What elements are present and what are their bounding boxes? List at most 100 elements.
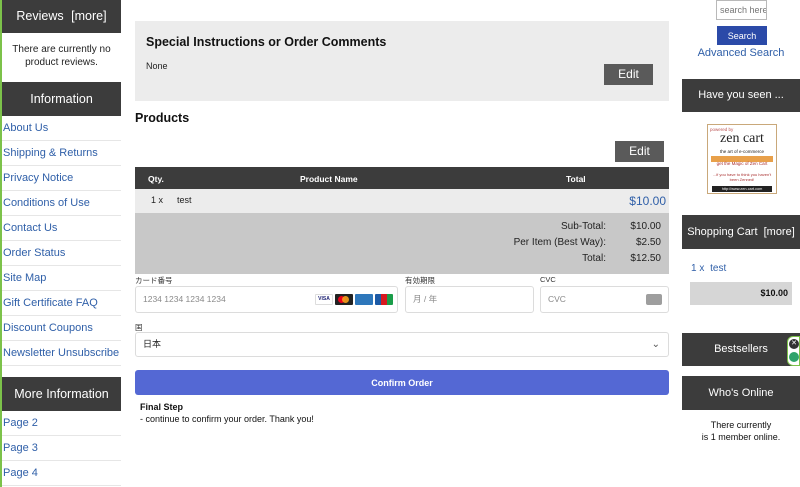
visa-icon: VISA (315, 294, 333, 305)
info-item: Contact Us (2, 216, 121, 241)
final-step-text: - continue to confirm your order. Thank … (140, 414, 314, 424)
order-totals: Sub-Total: $10.00 Per Item (Best Way): $… (135, 213, 669, 274)
shopping-cart-header: Shopping Cart [more] (682, 215, 800, 249)
checkout-main: Special Instructions or Order Comments N… (135, 0, 669, 487)
info-item: Gift Certificate FAQ (2, 291, 121, 316)
expiry-label: 有効期限 (405, 276, 435, 285)
edit-comments-button[interactable]: Edit (604, 64, 653, 85)
more-info-item: Page 2 (2, 411, 121, 436)
cart-total: $10.00 (690, 282, 792, 305)
information-list: About Us Shipping & Returns Privacy Noti… (2, 116, 121, 366)
search-input[interactable] (716, 0, 767, 20)
info-link-order-status[interactable]: Order Status (3, 247, 65, 259)
product-name-header: Product Name (300, 174, 358, 184)
more-link-page-2[interactable]: Page 2 (3, 417, 38, 429)
total-header: Total (566, 174, 586, 184)
edit-products-button[interactable]: Edit (615, 141, 664, 162)
zencart-logo-tag2: ...if you have to think you haven't been… (712, 172, 772, 182)
qty-header: Qty. (148, 174, 164, 184)
card-number-label: カード番号 (135, 276, 173, 285)
whos-online-line-2: is 1 member online. (701, 432, 781, 442)
row-qty: 1 x (151, 195, 164, 205)
info-link-shipping-returns[interactable]: Shipping & Returns (3, 147, 98, 159)
expiry-field[interactable]: 月 / 年 (405, 286, 534, 313)
info-link-conditions-of-use[interactable]: Conditions of Use (3, 197, 90, 209)
info-link-newsletter-unsubscribe[interactable]: Newsletter Unsubscribe (3, 347, 119, 359)
country-value: 日本 (143, 339, 162, 349)
zencart-logo-sub: the art of e-commerce (719, 149, 764, 154)
jcb-icon (375, 294, 393, 305)
zencart-logo-banner[interactable]: powered by zen cart the art of e-commerc… (707, 124, 777, 194)
row-product-name: test (177, 195, 192, 205)
info-link-discount-coupons[interactable]: Discount Coupons (3, 322, 93, 334)
card-brand-logos: VISA (315, 294, 393, 305)
info-item: Order Status (2, 241, 121, 266)
whos-online-line-1: There currently (710, 420, 772, 430)
subtotal-label: Sub-Total: (560, 221, 606, 232)
order-comments-panel: Special Instructions or Order Comments N… (135, 21, 669, 101)
shipping-label: Per Item (Best Way): (513, 237, 606, 248)
info-item: Discount Coupons (2, 316, 121, 341)
info-item: Privacy Notice (2, 166, 121, 191)
info-item: Site Map (2, 266, 121, 291)
more-info-item: Page 4 (2, 461, 121, 486)
shopping-cart-more-link[interactable]: [more] (764, 226, 795, 238)
total-value: $12.50 (630, 253, 661, 264)
left-sidebar: Reviews [more] There are currently no pr… (0, 0, 121, 487)
information-header: Information (2, 82, 121, 116)
more-information-list: Page 2 Page 3 Page 4 (2, 411, 121, 486)
shipping-value: $2.50 (635, 237, 661, 248)
products-table: Qty. Product Name Total 1 x test $10.00 … (135, 167, 669, 274)
card-number-field[interactable]: 1234 1234 1234 1234 VISA (135, 286, 398, 313)
info-item: Conditions of Use (2, 191, 121, 216)
info-link-about-us[interactable]: About Us (3, 122, 48, 134)
reviews-more-link[interactable]: [more] (71, 9, 106, 23)
search-button[interactable]: Search (717, 26, 767, 45)
cart-item-name: test (710, 263, 727, 274)
info-item: Shipping & Returns (2, 141, 121, 166)
order-comments-text: None (146, 61, 168, 71)
more-link-page-4[interactable]: Page 4 (3, 467, 38, 479)
zencart-logo-tag: get the Magic of Zen Cart (716, 161, 768, 166)
cvc-field[interactable]: CVC (540, 286, 669, 313)
card-number-placeholder: 1234 1234 1234 1234 (143, 294, 226, 304)
widget-logo-icon[interactable] (789, 352, 799, 362)
final-step-title: Final Step (140, 402, 184, 412)
mastercard-icon (335, 294, 353, 305)
zencart-logo-url: http://www.zen-cart.com (712, 186, 772, 192)
floating-widget[interactable]: ✕ (787, 336, 800, 366)
have-you-seen-header: Have you seen ... (682, 79, 800, 112)
info-link-privacy-notice[interactable]: Privacy Notice (3, 172, 73, 184)
cart-item-qty: 1 x (691, 263, 705, 274)
info-link-gift-certificate-faq[interactable]: Gift Certificate FAQ (3, 297, 98, 309)
final-step-note: Final Step - continue to confirm your or… (140, 401, 314, 425)
cvc-label: CVC (540, 275, 556, 284)
whos-online-body: There currently is 1 member online. (682, 419, 800, 443)
total-label: Total: (582, 253, 606, 264)
cvc-card-icon (646, 294, 662, 305)
cvc-placeholder: CVC (548, 294, 566, 304)
zencart-logo-main: zen cart (720, 131, 764, 146)
table-row: 1 x test $10.00 (135, 189, 669, 213)
close-icon[interactable]: ✕ (789, 339, 799, 349)
reviews-body: There are currently no product reviews. (12, 44, 111, 68)
products-table-header: Qty. Product Name Total (135, 167, 669, 189)
shopping-cart-title: Shopping Cart (687, 226, 758, 238)
more-link-page-3[interactable]: Page 3 (3, 442, 38, 454)
order-comments-title: Special Instructions or Order Comments (146, 35, 387, 49)
info-item: About Us (2, 116, 121, 141)
reviews-title: Reviews (16, 9, 64, 23)
chevron-down-icon: ⌄ (651, 339, 660, 350)
advanced-search-link[interactable]: Advanced Search (682, 47, 800, 59)
row-price: $10.00 (629, 194, 666, 208)
bestsellers-header: Bestsellers (682, 333, 800, 366)
country-select[interactable]: 日本 ⌄ (135, 332, 669, 357)
info-link-site-map[interactable]: Site Map (3, 272, 46, 284)
right-sidebar: Search Advanced Search Have you seen ...… (682, 0, 800, 487)
more-info-item: Page 3 (2, 436, 121, 461)
confirm-order-button[interactable]: Confirm Order (135, 370, 669, 395)
whos-online-header: Who's Online (682, 376, 800, 410)
reviews-header: Reviews [more] (2, 0, 121, 33)
cart-item[interactable]: 1 x test (691, 263, 726, 274)
info-link-contact-us[interactable]: Contact Us (3, 222, 57, 234)
